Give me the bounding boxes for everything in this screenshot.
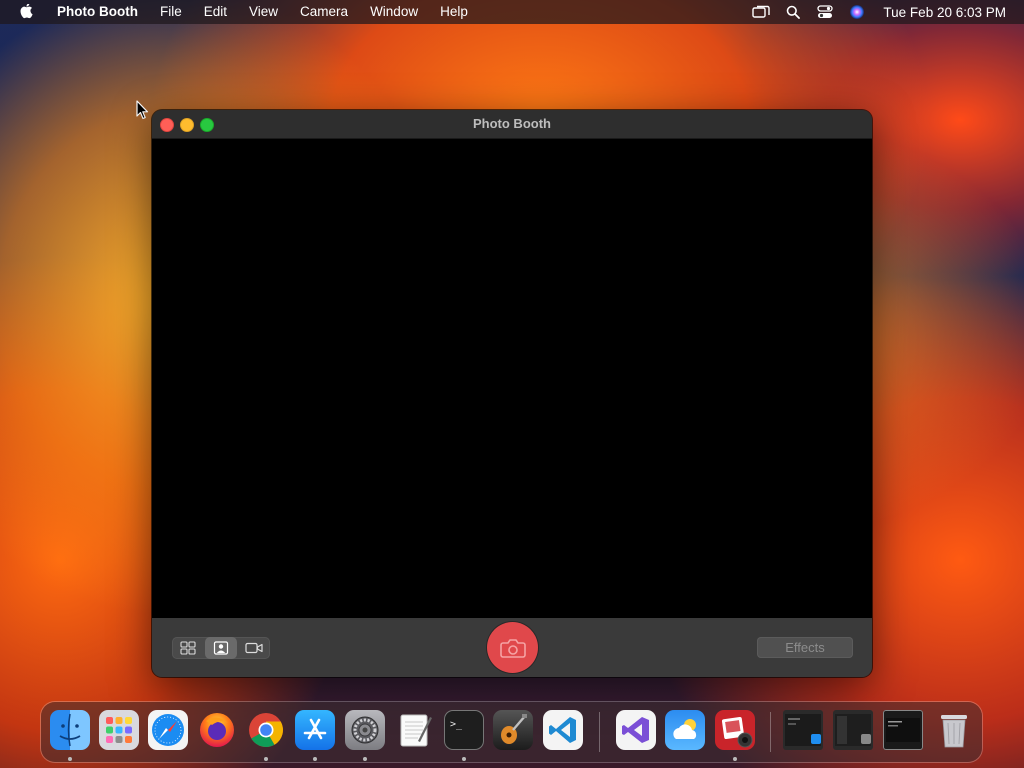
capture-mode-selector [172, 637, 270, 659]
launchpad-icon[interactable] [99, 710, 139, 750]
control-center-icon[interactable] [816, 3, 834, 21]
video-camera-icon [245, 642, 263, 654]
menu-file[interactable]: File [149, 0, 193, 24]
minimized-window-thumbnail-icon[interactable] [833, 710, 873, 750]
running-indicator [733, 757, 737, 761]
system-settings-icon[interactable] [345, 710, 385, 750]
screen-mirroring-icon[interactable] [752, 3, 771, 21]
photo-booth-window: Photo Booth Effects [152, 110, 872, 677]
menu-window[interactable]: Window [359, 0, 429, 24]
mouse-pointer-icon [136, 100, 150, 120]
visual-studio-icon[interactable] [616, 710, 656, 750]
menu-help[interactable]: Help [429, 0, 479, 24]
dock-separator [599, 712, 600, 752]
menu-camera[interactable]: Camera [289, 0, 359, 24]
single-photo-mode-button[interactable] [204, 637, 238, 659]
running-indicator [462, 757, 466, 761]
camera-preview [152, 139, 872, 618]
dock-separator [770, 712, 771, 752]
firefox-icon[interactable] [197, 710, 237, 750]
menu-view[interactable]: View [238, 0, 289, 24]
running-indicator [313, 757, 317, 761]
app-store-icon[interactable] [295, 710, 335, 750]
menu-edit[interactable]: Edit [193, 0, 238, 24]
garageband-icon[interactable] [493, 710, 533, 750]
photo-booth-icon[interactable] [715, 710, 755, 750]
menu-app-name[interactable]: Photo Booth [46, 0, 149, 24]
minimized-window-thumbnail-icon[interactable] [883, 710, 923, 750]
take-photo-button[interactable] [487, 622, 538, 673]
svg-text:>_: >_ [450, 719, 463, 730]
vscode-icon[interactable] [543, 710, 583, 750]
status-area: Tue Feb 20 6:03 PM [745, 0, 1024, 24]
window-title: Photo Booth [473, 116, 551, 131]
menu-bar-clock[interactable]: Tue Feb 20 6:03 PM [883, 5, 1006, 20]
running-indicator [363, 757, 367, 761]
minimized-window-thumbnail-icon[interactable] [783, 710, 823, 750]
menu-bar: Photo Booth File Edit View Camera Window… [0, 0, 1024, 24]
window-title-bar[interactable]: Photo Booth [152, 110, 872, 139]
effects-button[interactable]: Effects [757, 637, 853, 658]
trash-icon[interactable] [934, 710, 974, 750]
photo-booth-toolbar: Effects [152, 618, 872, 677]
camera-icon [499, 638, 526, 658]
safari-icon[interactable] [148, 710, 188, 750]
siri-icon[interactable] [848, 3, 866, 21]
portrait-icon [213, 641, 229, 655]
video-mode-button[interactable] [237, 637, 270, 659]
dock: >_ [41, 702, 982, 762]
finder-icon[interactable] [50, 710, 90, 750]
terminal-icon[interactable]: >_ [444, 710, 484, 750]
apple-menu-icon[interactable] [18, 3, 36, 21]
weather-icon[interactable] [665, 710, 705, 750]
running-indicator [264, 757, 268, 761]
running-indicator [68, 757, 72, 761]
four-up-photo-mode-button[interactable] [172, 637, 205, 659]
chrome-icon[interactable] [246, 710, 286, 750]
textedit-icon[interactable] [395, 710, 435, 750]
grid-icon [180, 641, 196, 655]
spotlight-search-icon[interactable] [784, 3, 802, 21]
